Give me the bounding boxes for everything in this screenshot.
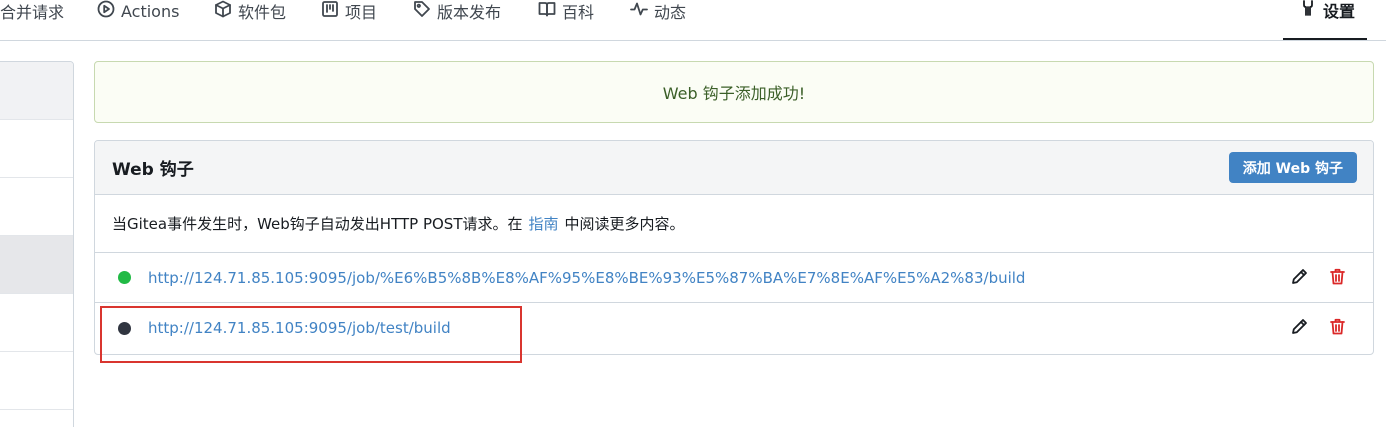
tab-settings-label: 设置: [1323, 2, 1356, 21]
webhook-actions: [1290, 317, 1347, 340]
edit-pencil-icon[interactable]: [1290, 267, 1309, 290]
tools-icon: [1299, 0, 1317, 21]
webhooks-panel-header: Web 钩子 添加 Web 钩子: [95, 141, 1373, 195]
sidebar-item[interactable]: [0, 294, 73, 352]
tab-releases[interactable]: 版本发布: [413, 0, 501, 40]
webhook-row: http://124.71.85.105:9095/job/test/build: [95, 303, 1373, 353]
tab-releases-label: 版本发布: [437, 3, 502, 22]
package-icon: [214, 0, 232, 22]
webhooks-panel: Web 钩子 添加 Web 钩子 当Gitea事件发生时，Web钩子自动发出HT…: [94, 140, 1374, 355]
tab-pull-requests[interactable]: 合并请求: [0, 0, 64, 40]
sidebar-item[interactable]: [0, 352, 73, 410]
tab-activity[interactable]: 动态: [630, 0, 686, 40]
edit-pencil-icon[interactable]: [1290, 317, 1309, 340]
delete-trash-icon[interactable]: [1328, 317, 1347, 340]
webhook-url-link[interactable]: http://124.71.85.105:9095/job/test/build: [148, 319, 451, 337]
webhook-actions: [1290, 267, 1347, 290]
project-icon: [321, 0, 339, 22]
tab-actions[interactable]: Actions: [97, 0, 179, 40]
tag-icon: [413, 0, 431, 22]
tab-wiki[interactable]: 百科: [538, 0, 594, 40]
book-icon: [538, 0, 556, 22]
status-dot: [118, 321, 131, 335]
status-dot: [118, 271, 131, 284]
description-text: 当Gitea事件发生时，Web钩子自动发出HTTP POST请求。在: [112, 215, 523, 233]
pulse-icon: [630, 0, 648, 22]
webhooks-title: Web 钩子: [112, 160, 194, 180]
tab-pull-requests-label: 合并请求: [0, 3, 65, 22]
webhooks-description: 当Gitea事件发生时，Web钩子自动发出HTTP POST请求。在 指南 中阅…: [95, 195, 1373, 253]
success-flash-message: Web 钩子添加成功!: [94, 61, 1374, 123]
tab-wiki-label: 百科: [562, 3, 595, 22]
sidebar-item[interactable]: [0, 178, 73, 236]
tab-settings[interactable]: 设置: [1283, 0, 1368, 40]
webhook-url-link[interactable]: http://124.71.85.105:9095/job/%E6%B5%8B%…: [148, 269, 1025, 287]
add-webhook-button[interactable]: 添加 Web 钩子: [1228, 152, 1357, 183]
play-icon: [97, 0, 115, 22]
tab-projects[interactable]: 项目: [321, 0, 377, 40]
sidebar-item[interactable]: [0, 120, 73, 178]
repo-tab-bar: 合并请求 Actions 软件包 项目 版本发布 百科 动态 设置: [0, 0, 1386, 41]
flash-text: Web 钩子添加成功!: [662, 84, 806, 103]
guide-link[interactable]: 指南: [529, 213, 559, 234]
sidebar-item-webhooks[interactable]: [0, 236, 73, 294]
settings-sidebar: [0, 61, 74, 427]
delete-trash-icon[interactable]: [1328, 267, 1347, 290]
sidebar-item[interactable]: [0, 62, 73, 120]
tab-packages[interactable]: 软件包: [214, 0, 286, 40]
webhook-row: http://124.71.85.105:9095/job/%E6%B5%8B%…: [95, 253, 1373, 303]
tab-activity-label: 动态: [654, 3, 687, 22]
tab-projects-label: 项目: [345, 3, 378, 22]
description-text-end: 中阅读更多内容。: [564, 215, 685, 233]
tab-actions-label: Actions: [121, 1, 180, 21]
tab-packages-label: 软件包: [238, 3, 287, 22]
